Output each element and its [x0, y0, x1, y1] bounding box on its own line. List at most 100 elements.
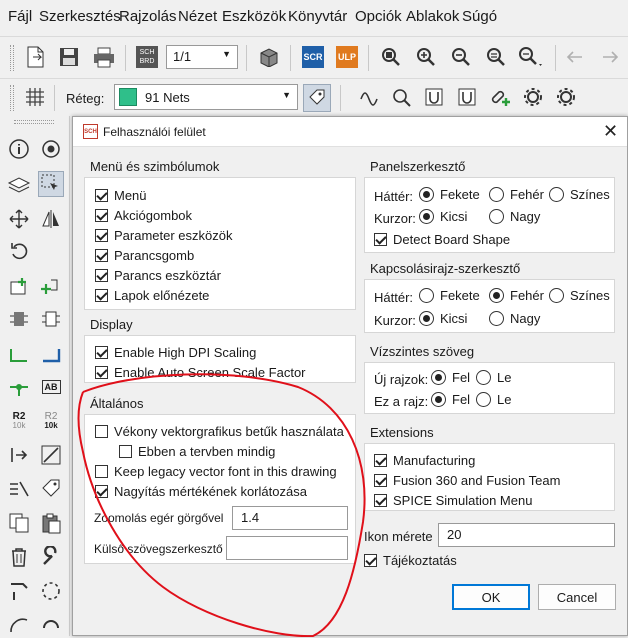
zoom-fit-icon[interactable]: [378, 45, 404, 69]
this-drawing-up-radio[interactable]: Fel: [431, 392, 470, 407]
menu-windows[interactable]: Ablakok: [406, 8, 459, 25]
icon-size-field[interactable]: 20: [438, 523, 615, 547]
menu-checkbox-row[interactable]: Menü: [95, 188, 147, 203]
always-in-design-checkbox-row[interactable]: Ebben a tervben mindig: [119, 444, 275, 459]
detect-board-shape-checkbox-row[interactable]: Detect Board Shape: [374, 232, 510, 247]
radio-button[interactable]: [431, 370, 446, 385]
radio-button[interactable]: [489, 311, 504, 326]
radio-button[interactable]: [549, 187, 564, 202]
save-icon[interactable]: [56, 45, 82, 69]
menu-tools[interactable]: Eszközök: [222, 8, 286, 25]
toolbar-grip[interactable]: [10, 85, 14, 111]
radio-button[interactable]: [419, 209, 434, 224]
background-white-radio[interactable]: Fehér: [489, 187, 544, 202]
radio-button[interactable]: [431, 392, 446, 407]
eye-icon[interactable]: [38, 136, 64, 162]
board-3d-icon[interactable]: [256, 45, 282, 69]
checkbox[interactable]: [95, 209, 108, 222]
zoom-select-icon[interactable]: [518, 45, 544, 69]
background-black-radio[interactable]: Fekete: [419, 187, 480, 202]
high-dpi-checkbox-row[interactable]: Enable High DPI Scaling: [95, 345, 256, 360]
radio-button[interactable]: [476, 370, 491, 385]
add-pin-icon[interactable]: [38, 274, 64, 300]
split-icon[interactable]: [6, 476, 32, 502]
new-drawings-down-radio[interactable]: Le: [476, 370, 511, 385]
component-icon[interactable]: [421, 85, 447, 109]
bus-icon[interactable]: [38, 341, 64, 367]
manufacturing-checkbox-row[interactable]: Manufacturing: [374, 453, 475, 468]
dialog-titlebar[interactable]: SCH Felhasználói felület ✕: [73, 117, 627, 147]
checkbox[interactable]: [119, 445, 132, 458]
checkbox[interactable]: [95, 425, 108, 438]
cancel-button[interactable]: Cancel: [538, 584, 616, 610]
menu-file[interactable]: Fájl: [8, 8, 32, 25]
external-editor-field[interactable]: [226, 536, 348, 560]
show-icon[interactable]: [389, 85, 415, 109]
checkbox[interactable]: [95, 269, 108, 282]
sheet-select[interactable]: 1/1 ▼: [166, 45, 238, 69]
radio-button[interactable]: [419, 288, 434, 303]
line-icon[interactable]: [38, 442, 64, 468]
this-drawing-down-radio[interactable]: Le: [476, 392, 511, 407]
checkbox[interactable]: [364, 554, 377, 567]
cursor-small-radio[interactable]: Kicsi: [419, 311, 467, 326]
menu-view[interactable]: Nézet: [178, 8, 217, 25]
sch-brd-switch-icon[interactable]: SCH BRD: [134, 45, 160, 69]
value-icon[interactable]: R2 10k: [38, 408, 64, 434]
legacy-vector-font-checkbox-row[interactable]: Keep legacy vector font in this drawing: [95, 464, 337, 479]
rotate-icon[interactable]: [6, 238, 32, 264]
menu-help[interactable]: Súgó: [462, 8, 497, 25]
radio-button[interactable]: [419, 311, 434, 326]
radio-button[interactable]: [489, 209, 504, 224]
component-edit-icon[interactable]: [454, 85, 480, 109]
checkbox[interactable]: [95, 249, 108, 262]
circle-icon[interactable]: [38, 612, 64, 638]
select-group-icon[interactable]: [38, 171, 64, 197]
checkbox[interactable]: [95, 366, 108, 379]
checkbox[interactable]: [374, 454, 387, 467]
radio-button[interactable]: [419, 187, 434, 202]
wire-bend-icon[interactable]: [357, 85, 383, 109]
background-color-radio[interactable]: Színes: [549, 288, 610, 303]
menu-options[interactable]: Opciók: [355, 8, 402, 25]
background-white-radio[interactable]: Fehér: [489, 288, 544, 303]
limit-zoom-checkbox-row[interactable]: Nagyítás mértékének korlátozása: [95, 484, 307, 499]
cursor-small-radio[interactable]: Kicsi: [419, 209, 467, 224]
layer-tag-icon[interactable]: [303, 84, 331, 112]
fusion-360-checkbox-row[interactable]: Fusion 360 and Fusion Team: [374, 473, 560, 488]
link-add-icon[interactable]: [487, 85, 513, 109]
miter-icon[interactable]: [6, 578, 32, 604]
toolbar-grip[interactable]: [10, 45, 14, 71]
info-icon[interactable]: [6, 136, 32, 162]
gear-icon[interactable]: [520, 85, 546, 109]
tag-icon[interactable]: [38, 476, 64, 502]
delete-icon[interactable]: [6, 544, 32, 570]
checkbox[interactable]: [95, 289, 108, 302]
name-icon[interactable]: R2 10k: [6, 408, 32, 434]
zoom-in-icon[interactable]: [413, 45, 439, 69]
add-part-icon[interactable]: [6, 274, 32, 300]
cursor-large-radio[interactable]: Nagy: [489, 311, 540, 326]
toolbar-grip[interactable]: [14, 120, 54, 124]
checkbox[interactable]: [374, 233, 387, 246]
checkbox[interactable]: [374, 494, 387, 507]
label-icon[interactable]: AB: [38, 374, 64, 400]
copy-icon[interactable]: [6, 510, 32, 536]
background-color-radio[interactable]: Színes: [549, 187, 610, 202]
checkbox[interactable]: [95, 465, 108, 478]
thin-vector-font-checkbox-row[interactable]: Vékony vektorgrafikus betűk használata: [95, 424, 344, 439]
checkbox[interactable]: [95, 346, 108, 359]
replace-icon[interactable]: [6, 306, 32, 332]
close-icon[interactable]: ✕: [603, 120, 618, 142]
paste-icon[interactable]: [38, 510, 64, 536]
sheet-preview-checkbox-row[interactable]: Lapok előnézete: [95, 288, 209, 303]
junction-icon[interactable]: [6, 374, 32, 400]
grid-icon[interactable]: [22, 85, 48, 109]
ok-button[interactable]: OK: [452, 584, 530, 610]
net-port-icon[interactable]: [6, 442, 32, 468]
checkbox[interactable]: [95, 229, 108, 242]
radio-button[interactable]: [549, 288, 564, 303]
zoom-previous-icon[interactable]: [483, 45, 509, 69]
script-icon[interactable]: SCR: [300, 45, 326, 69]
layers-icon[interactable]: [6, 171, 32, 197]
